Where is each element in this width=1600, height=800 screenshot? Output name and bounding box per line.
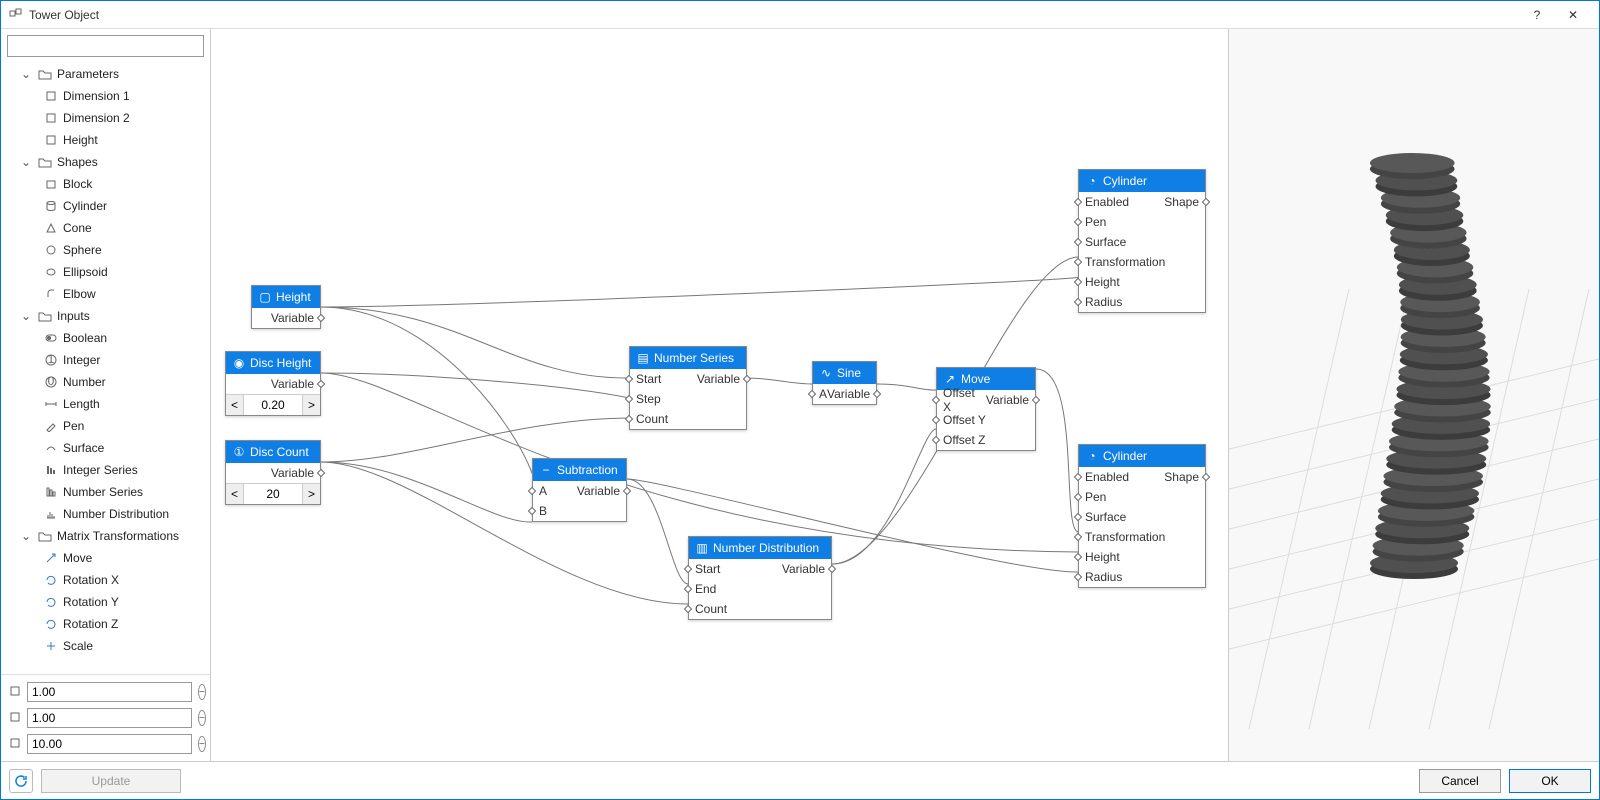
titlebar: Tower Object ? ✕ [1, 1, 1599, 29]
node-disc-count[interactable]: ①Disc Count Variable <20> [225, 440, 321, 505]
node-number-series[interactable]: ▤Number Series StartVariable Step Count [629, 346, 747, 430]
tree-group-shapes[interactable]: ⌄Shapes [1, 151, 210, 173]
tree-item-move[interactable]: Move [1, 547, 210, 569]
tree-item-pen[interactable]: Pen [1, 415, 210, 437]
tree-item-surface[interactable]: Surface [1, 437, 210, 459]
cylinder-icon: ◔ [1085, 174, 1099, 188]
refresh-button[interactable] [9, 769, 33, 793]
disc-count-dec[interactable]: < [226, 484, 244, 504]
distribution-icon: ▥ [695, 541, 709, 555]
number-icon: ◉ [232, 356, 246, 370]
node-sine[interactable]: ∿Sine AVariable [812, 361, 877, 405]
height-minus[interactable]: − [198, 736, 206, 752]
tree-item-dimension-1[interactable]: Dimension 1 [1, 85, 210, 107]
tree-item-scale[interactable]: Scale [1, 635, 210, 657]
node-subtraction[interactable]: −Subtraction AVariable B [532, 458, 627, 522]
disc-height-inc[interactable]: > [302, 395, 320, 415]
tree-item-boolean[interactable]: Boolean [1, 327, 210, 349]
node-canvas[interactable]: ▢Height Variable ◉Disc Height Variable <… [211, 29, 1229, 761]
tree-item-ellipsoid[interactable]: Ellipsoid [1, 261, 210, 283]
search-input[interactable] [7, 35, 204, 57]
sine-icon: ∿ [819, 366, 833, 380]
close-button[interactable]: ✕ [1555, 1, 1591, 29]
svg-text:0: 0 [48, 376, 55, 388]
preview-3d[interactable] [1229, 29, 1599, 761]
node-number-distribution[interactable]: ▥Number Distribution StartVariable End C… [688, 536, 832, 620]
tree-item-height[interactable]: Height [1, 129, 210, 151]
disc-height-dec[interactable]: < [226, 395, 244, 415]
app-icon [9, 6, 23, 23]
tree-group-inputs[interactable]: ⌄Inputs [1, 305, 210, 327]
node-cylinder-1[interactable]: ◔Cylinder EnabledShape Pen Surface Trans… [1078, 169, 1206, 313]
tree-item-number[interactable]: 0Number [1, 371, 210, 393]
dim2-minus[interactable]: − [198, 710, 206, 726]
tree-item-cone[interactable]: Cone [1, 217, 210, 239]
series-icon: ▤ [636, 351, 650, 365]
disc-count-inc[interactable]: > [302, 484, 320, 504]
minus-icon: − [539, 463, 553, 477]
tree-item-rotation-z[interactable]: Rotation Z [1, 613, 210, 635]
tree[interactable]: ⌄Parameters Dimension 1 Dimension 2 Heig… [1, 63, 210, 674]
node-move[interactable]: ↗Move Offset XVariable Offset Y Offset Z [936, 367, 1036, 451]
tree-item-cylinder[interactable]: Cylinder [1, 195, 210, 217]
height-icon [9, 737, 21, 752]
window-title: Tower Object [29, 8, 1519, 22]
tree-item-rotation-x[interactable]: Rotation X [1, 569, 210, 591]
update-button[interactable]: Update [41, 769, 181, 793]
dim1-icon [9, 685, 21, 700]
move-icon: ↗ [943, 372, 957, 386]
tree-item-integer[interactable]: 1Integer [1, 349, 210, 371]
dim2-icon [9, 711, 21, 726]
help-button[interactable]: ? [1519, 1, 1555, 29]
dim2-input[interactable] [27, 708, 192, 728]
tree-item-number-distribution[interactable]: Number Distribution [1, 503, 210, 525]
ok-button[interactable]: OK [1509, 769, 1591, 793]
node-height[interactable]: ▢Height Variable [251, 285, 321, 329]
integer-icon: ① [232, 445, 246, 459]
tree-item-elbow[interactable]: Elbow [1, 283, 210, 305]
tree-item-integer-series[interactable]: Integer Series [1, 459, 210, 481]
tree-group-parameters[interactable]: ⌄Parameters [1, 63, 210, 85]
node-cylinder-2[interactable]: ◔Cylinder EnabledShape Pen Surface Trans… [1078, 444, 1206, 588]
height-input[interactable] [27, 734, 192, 754]
tree-item-block[interactable]: Block [1, 173, 210, 195]
tree-item-dimension-2[interactable]: Dimension 2 [1, 107, 210, 129]
tree-item-rotation-y[interactable]: Rotation Y [1, 591, 210, 613]
tree-item-sphere[interactable]: Sphere [1, 239, 210, 261]
node-disc-height[interactable]: ◉Disc Height Variable <0.20> [225, 351, 321, 416]
sidebar: ⌄Parameters Dimension 1 Dimension 2 Heig… [1, 29, 211, 761]
tree-item-number-series[interactable]: Number Series [1, 481, 210, 503]
dimension-icon: ▢ [258, 290, 272, 304]
cylinder-icon: ◔ [1085, 449, 1099, 463]
footer: Update Cancel OK [1, 761, 1599, 799]
svg-text:1: 1 [48, 354, 55, 366]
dim1-input[interactable] [27, 682, 192, 702]
cancel-button[interactable]: Cancel [1419, 769, 1501, 793]
dim1-minus[interactable]: − [198, 684, 206, 700]
tree-item-length[interactable]: Length [1, 393, 210, 415]
dimension-controls: − + − + − + [1, 674, 210, 761]
tree-group-matrix[interactable]: ⌄Matrix Transformations [1, 525, 210, 547]
